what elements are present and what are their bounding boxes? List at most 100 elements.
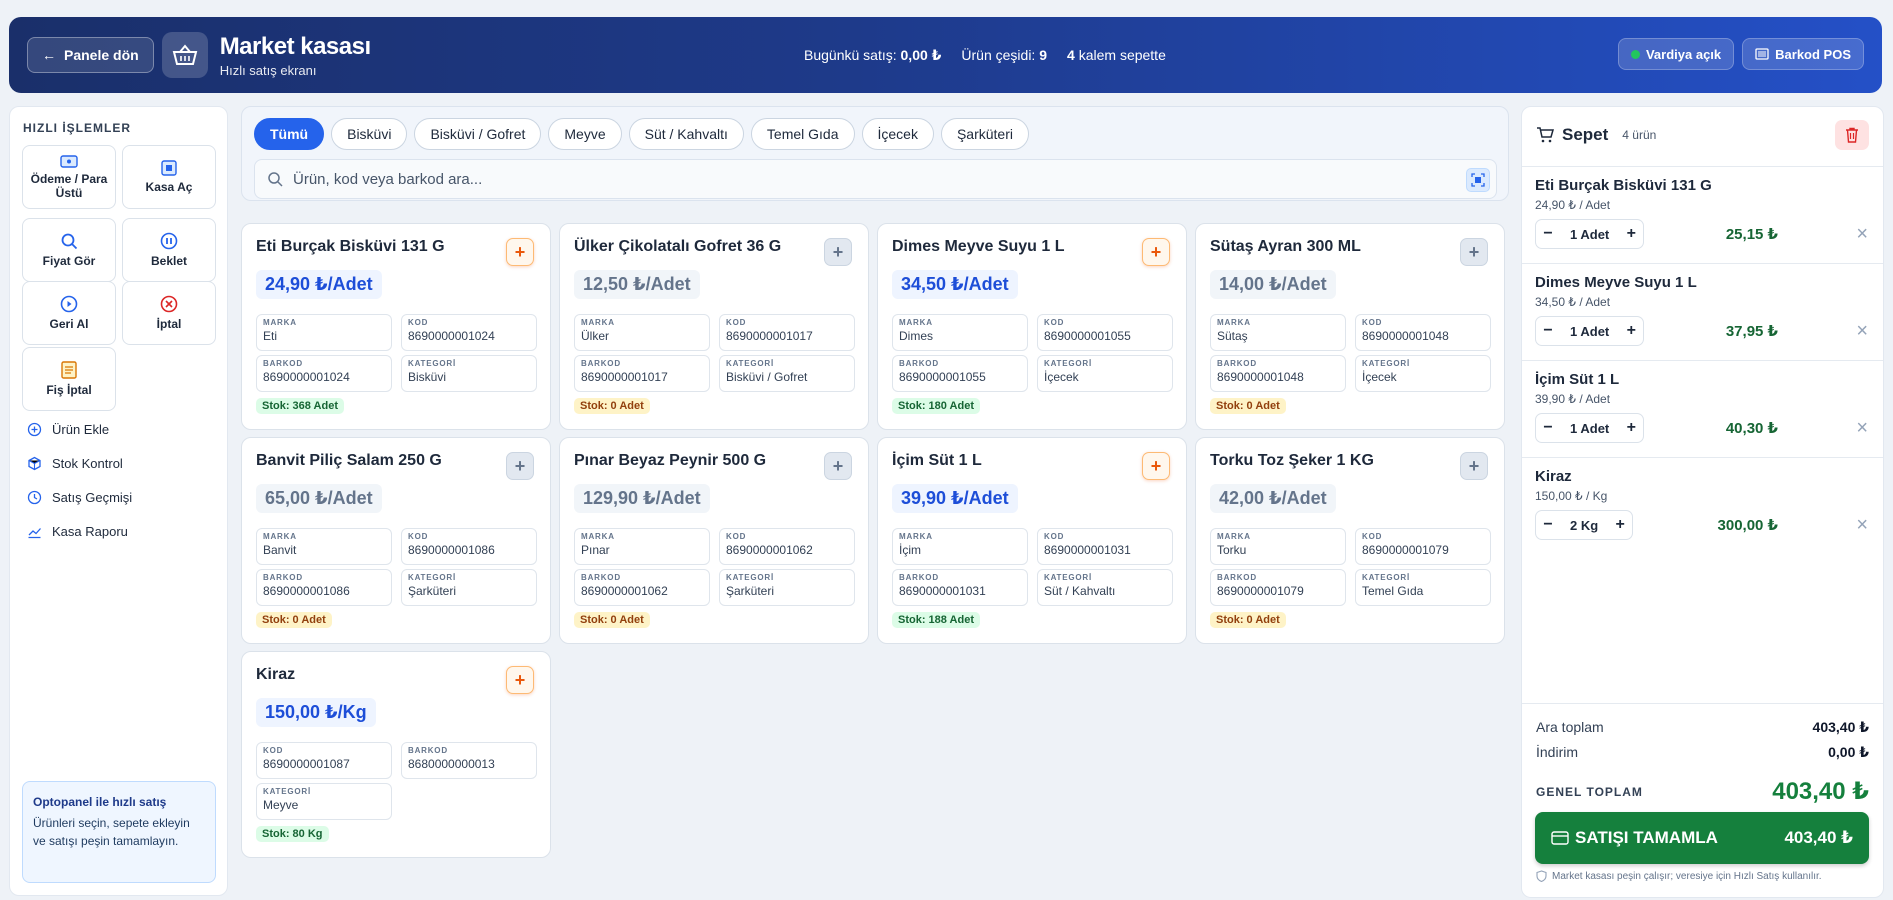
- increase-button[interactable]: +: [1619, 225, 1643, 243]
- remove-item-button[interactable]: ×: [1856, 223, 1868, 246]
- field-label: BARKOD: [581, 573, 621, 582]
- category-tab-staple-food[interactable]: Temel Gıda: [750, 118, 855, 150]
- plus-icon: +: [1150, 241, 1162, 262]
- discount-row: İndirim 0,00 ₺: [1536, 744, 1869, 760]
- nav-register-report[interactable]: Kasa Raporu: [27, 524, 128, 539]
- nav-sales-history[interactable]: Satış Geçmişi: [27, 490, 132, 505]
- product-card[interactable]: Eti Burçak Bisküvi 131 G +24,90 ₺/Adet MAR…: [241, 223, 551, 430]
- field-label: KATEGORİ: [408, 359, 457, 368]
- product-card[interactable]: İçim Süt 1 L +39,90 ₺/Adet MARKA İçim KOD 869…: [877, 437, 1187, 644]
- category-tab-all[interactable]: Tümü: [254, 118, 325, 150]
- field-value: Ülker: [581, 329, 610, 343]
- field-value: 8680000000013: [408, 757, 495, 771]
- category-tab-biscuit-wafer[interactable]: Bisküvi / Gofret: [414, 118, 542, 150]
- add-to-cart-button[interactable]: +: [1460, 238, 1488, 266]
- plus-icon: +: [832, 455, 844, 476]
- decrease-button[interactable]: −: [1536, 516, 1560, 534]
- product-field-barcode: BARKOD 8690000001031: [892, 569, 1028, 606]
- field-label: MARKA: [263, 318, 297, 327]
- product-name: Torku Toz Şeker 1 KG: [1210, 452, 1374, 469]
- add-to-cart-button[interactable]: +: [506, 452, 534, 480]
- remove-item-button[interactable]: ×: [1856, 514, 1868, 537]
- complete-sale-button[interactable]: SATIŞI TAMAMLA 403,40 ₺: [1535, 812, 1869, 864]
- add-to-cart-button[interactable]: +: [506, 238, 534, 266]
- category-tab-biscuit[interactable]: Bisküvi: [331, 118, 408, 150]
- complete-sale-total: 403,40 ₺: [1784, 828, 1853, 847]
- remove-item-button[interactable]: ×: [1856, 320, 1868, 343]
- cart-item-name: Dimes Meyve Suyu 1 L: [1535, 274, 1697, 291]
- plus-circle-icon: [27, 422, 42, 437]
- category-tab-milk-breakfast[interactable]: Süt / Kahvaltı: [628, 118, 744, 150]
- field-label: BARKOD: [1217, 573, 1257, 582]
- plus-icon: +: [514, 669, 526, 690]
- nav-add-product[interactable]: Ürün Ekle: [27, 422, 109, 437]
- field-value: Eti: [263, 329, 278, 343]
- product-name: Dimes Meyve Suyu 1 L: [892, 238, 1065, 255]
- cart-item-total: 300,00 ₺: [1717, 517, 1778, 534]
- add-to-cart-button[interactable]: +: [1142, 238, 1170, 266]
- cart-panel: Sepet 4 ürün Eti Burçak Bisküvi 131 G 24,…: [1521, 106, 1884, 898]
- cart-item: İçim Süt 1 L 39,90 ₺ / Adet −1 Adet +40,30 …: [1522, 360, 1883, 457]
- field-value: 8690000001086: [408, 543, 495, 557]
- decrease-button[interactable]: −: [1536, 419, 1560, 437]
- product-card[interactable]: Banvit Piliç Salam 250 G +65,00 ₺/Adet MAR…: [241, 437, 551, 644]
- barcode-scan-button[interactable]: [1466, 168, 1490, 192]
- shift-status-badge[interactable]: Vardiya açık: [1617, 38, 1735, 70]
- decrease-button[interactable]: −: [1536, 225, 1560, 243]
- back-to-panel-button[interactable]: ← Panele dön: [27, 37, 154, 73]
- add-to-cart-button[interactable]: +: [1460, 452, 1488, 480]
- cart-item-total: 40,30 ₺: [1725, 420, 1778, 437]
- product-field-barcode: BARKOD 8690000001086: [256, 569, 392, 606]
- product-name: Sütaş Ayran 300 ML: [1210, 238, 1361, 255]
- product-field-category: KATEGORİ Bisküvi: [401, 355, 537, 392]
- field-value: Bisküvi / Gofret: [726, 370, 808, 384]
- category-tab-fruit[interactable]: Meyve: [548, 118, 622, 150]
- increase-button[interactable]: +: [1619, 419, 1643, 437]
- barcode-icon: [1755, 48, 1769, 60]
- field-label: BARKOD: [1217, 359, 1257, 368]
- increase-button[interactable]: +: [1608, 516, 1632, 534]
- product-field-category: KATEGORİ Şarküteri: [401, 569, 537, 606]
- decrease-button[interactable]: −: [1536, 322, 1560, 340]
- increase-button[interactable]: +: [1619, 322, 1643, 340]
- product-field-code: KOD 8690000001031: [1037, 528, 1173, 565]
- field-value: 8690000001055: [899, 370, 986, 384]
- product-card[interactable]: Dimes Meyve Suyu 1 L +34,50 ₺/Adet MARKA Di…: [877, 223, 1187, 430]
- product-card[interactable]: Ülker Çikolatalı Gofret 36 G +12,50 ₺/Ade…: [559, 223, 869, 430]
- quick-actions-heading: HIZLI İŞLEMLER: [23, 121, 131, 135]
- product-card[interactable]: Pınar Beyaz Peynir 500 G +129,90 ₺/Adet MA…: [559, 437, 869, 644]
- remove-item-button[interactable]: ×: [1856, 417, 1868, 440]
- add-to-cart-button[interactable]: +: [506, 666, 534, 694]
- shield-icon: [1536, 870, 1547, 882]
- payment-change-button[interactable]: Ödeme / Para Üstü: [22, 145, 116, 209]
- field-label: KOD: [726, 318, 747, 327]
- add-to-cart-button[interactable]: +: [1142, 452, 1170, 480]
- product-field-code: KOD 8690000001055: [1037, 314, 1173, 351]
- close-icon: ×: [1856, 417, 1868, 439]
- cancel-button[interactable]: İptal: [122, 281, 216, 345]
- add-to-cart-button[interactable]: +: [824, 238, 852, 266]
- field-label: BARKOD: [408, 746, 448, 755]
- field-label: KOD: [1044, 532, 1065, 541]
- category-tab-beverage[interactable]: İçecek: [861, 118, 934, 150]
- price-check-button[interactable]: Fiyat Gör: [22, 218, 116, 282]
- clear-cart-button[interactable]: [1835, 120, 1869, 150]
- category-tab-deli[interactable]: Şarküteri: [940, 118, 1029, 150]
- search-icon: [268, 172, 283, 187]
- add-to-cart-button[interactable]: +: [824, 452, 852, 480]
- filter-panel: Tümü Bisküvi Bisküvi / Gofret Meyve Süt …: [241, 106, 1509, 201]
- product-card[interactable]: Sütaş Ayran 300 ML +14,00 ₺/Adet MARKA Süta…: [1195, 223, 1505, 430]
- nav-stock-control[interactable]: Stok Kontrol: [27, 456, 123, 471]
- undo-button[interactable]: Geri Al: [22, 281, 116, 345]
- hold-button[interactable]: Beklet: [122, 218, 216, 282]
- search-input[interactable]: [293, 170, 1433, 188]
- cart-item-name: Eti Burçak Bisküvi 131 G: [1535, 177, 1712, 194]
- open-register-button[interactable]: Kasa Aç: [122, 145, 216, 209]
- product-field-barcode: BARKOD 8690000001048: [1210, 355, 1346, 392]
- barcode-pos-button[interactable]: Barkod POS: [1742, 38, 1864, 70]
- product-price: 24,90 ₺/Adet: [256, 270, 382, 299]
- receipt-cancel-button[interactable]: Fiş İptal: [22, 347, 116, 411]
- product-card[interactable]: Torku Toz Şeker 1 KG +42,00 ₺/Adet MARKA To…: [1195, 437, 1505, 644]
- product-price: 150,00 ₺/Kg: [256, 698, 376, 727]
- product-card[interactable]: Kiraz +150,00 ₺/Kg KOD 8690000001087 BARKOD 8…: [241, 651, 551, 858]
